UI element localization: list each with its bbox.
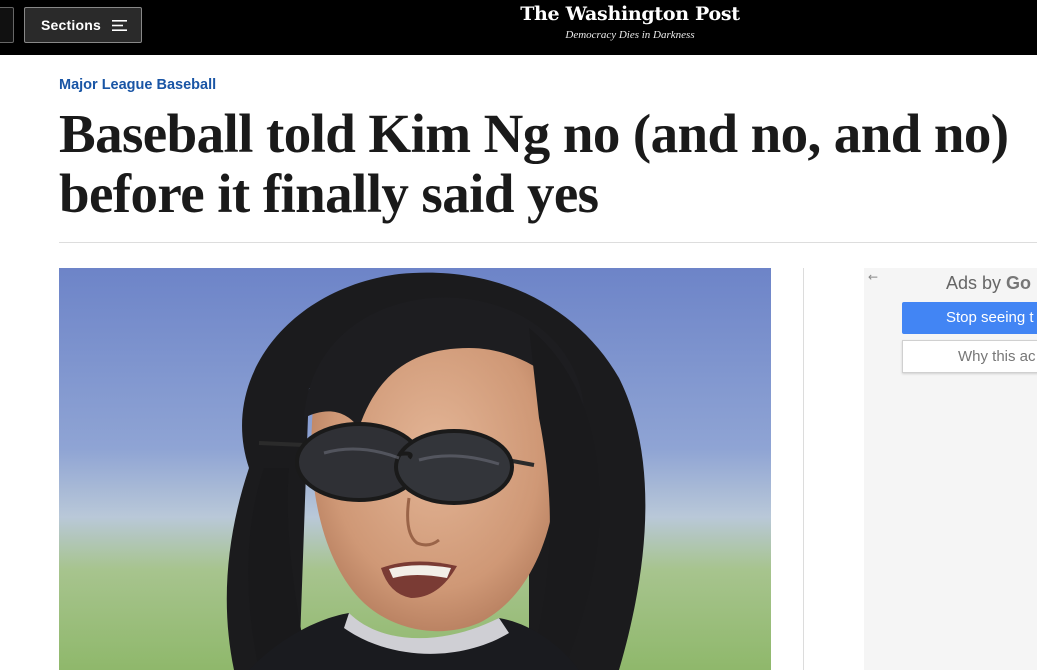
ad-title-brand: Go [1006,273,1032,293]
ads-by-google-label: Ads by Go [946,273,1031,294]
headline-line-1: Baseball told Kim Ng no (and no, and no) [59,103,1009,164]
headline-divider [59,242,1037,243]
portrait-photo [59,268,771,670]
masthead: The Washington Post Democracy Dies in Da… [520,0,740,42]
sections-button[interactable]: Sections [24,7,142,43]
why-this-ad-button[interactable]: Why this ac [902,340,1037,373]
edge-tab[interactable] [0,7,14,43]
sections-label: Sections [41,17,101,33]
section-kicker-link[interactable]: Major League Baseball [59,77,216,93]
site-logo[interactable]: The Washington Post [520,0,740,28]
column-divider [803,268,804,670]
stop-seeing-ad-button[interactable]: Stop seeing t [902,302,1037,334]
menu-icon [111,19,127,32]
top-nav-bar: Sections The Washington Post Democracy D… [0,0,1037,55]
lead-photo[interactable] [59,268,771,670]
headline-line-2: before it finally said yes [59,163,599,224]
back-arrow-icon[interactable]: ← [868,270,878,284]
ad-title-prefix: Ads by [946,273,1007,293]
site-tagline: Democracy Dies in Darkness [565,29,695,41]
article-headline: Baseball told Kim Ng no (and no, and no)… [59,104,1037,224]
ad-panel: ← Ads by Go Stop seeing t Why this ac [864,268,1037,670]
